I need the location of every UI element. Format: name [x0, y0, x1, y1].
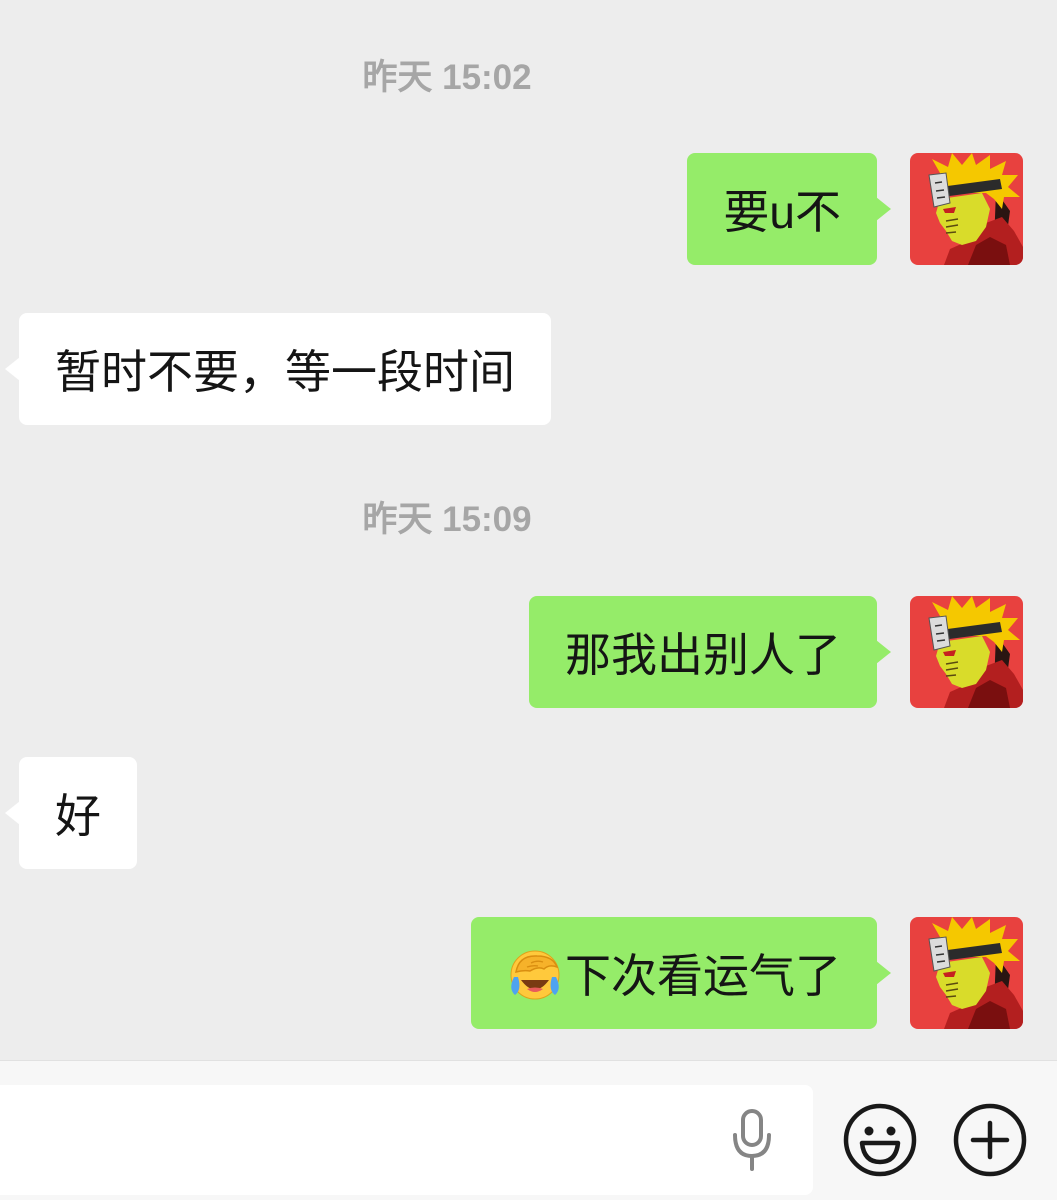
- avatar[interactable]: [910, 917, 1023, 1029]
- message-text: 下次看运气了: [565, 950, 841, 1002]
- user-avatar-icon: [910, 596, 1023, 708]
- avatar[interactable]: [910, 596, 1023, 708]
- received-message-bubble[interactable]: 好: [5, 757, 137, 869]
- message-text: 那我出别人了: [565, 629, 841, 681]
- received-message-bubble[interactable]: 暂时不要，等一段时间: [5, 313, 551, 425]
- avatar[interactable]: [910, 153, 1023, 265]
- microphone-icon[interactable]: [732, 1108, 772, 1172]
- user-avatar-icon: [910, 917, 1023, 1029]
- message-text: 要u不: [723, 186, 841, 238]
- smiley-face-icon[interactable]: [842, 1102, 918, 1178]
- timestamp: 昨天 15:02: [362, 58, 532, 97]
- sent-message-bubble[interactable]: 要u不: [687, 153, 891, 265]
- message-text: 暂时不要，等一段时间: [55, 346, 515, 398]
- chat-input-bar: [0, 1060, 1057, 1200]
- sent-message-bubble[interactable]: 下次看运气了: [471, 917, 891, 1029]
- chat-message-list[interactable]: 昨天 15:02 要u不 暂时不要，等一段时间 昨天 15:09 那我出别人了 …: [0, 0, 1057, 1060]
- sent-message-bubble[interactable]: 那我出别人了: [529, 596, 891, 708]
- facepalm-laughing-crying-emoji-icon: [507, 945, 563, 1001]
- message-input[interactable]: [0, 1085, 813, 1195]
- plus-circle-icon[interactable]: [952, 1102, 1028, 1178]
- timestamp: 昨天 15:09: [362, 500, 532, 539]
- user-avatar-icon: [910, 153, 1023, 265]
- message-text: 好: [55, 790, 101, 842]
